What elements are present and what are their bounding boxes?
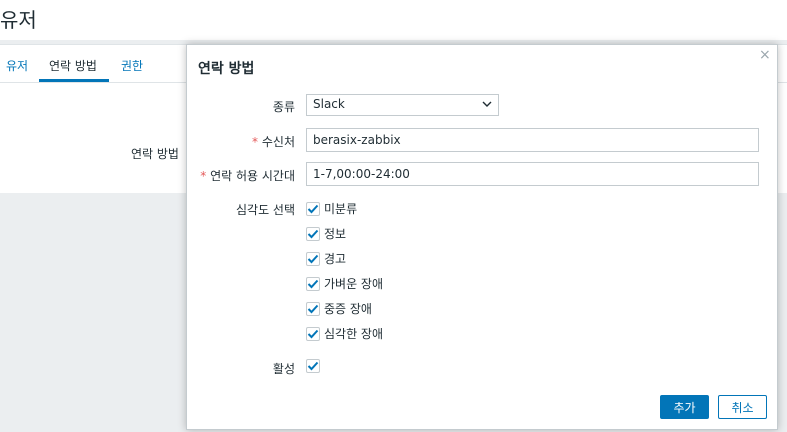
enabled-label: 활성: [272, 362, 295, 376]
media-dialog: 연락 방법 × 종류 Slack * 수신처 * 연락 허용 시간대 심각도 선…: [186, 44, 778, 430]
severity-high[interactable]: 중증 장애: [306, 300, 372, 317]
when-active-label-text: 연락 허용 시간대: [210, 169, 295, 183]
severity-label: 심각도 선택: [235, 203, 295, 217]
required-marker: *: [252, 135, 259, 149]
send-to-label: * 수신처: [252, 133, 295, 150]
dialog-title: 연락 방법: [198, 61, 255, 77]
send-to-input[interactable]: [306, 128, 759, 152]
tab-permissions[interactable]: 권한: [121, 57, 143, 74]
page-header: 유저: [0, 0, 787, 40]
add-button[interactable]: 추가: [660, 395, 709, 419]
tab-user[interactable]: 유저: [6, 57, 28, 74]
when-active-label: * 연락 허용 시간대: [200, 167, 295, 184]
severity-not-classified[interactable]: 미분류: [306, 200, 357, 217]
checkbox-checked-icon[interactable]: [306, 326, 320, 341]
severity-option-label: 심각한 장애: [324, 327, 384, 341]
checkbox-checked-icon[interactable]: [306, 251, 320, 266]
severity-option-label: 가벼운 장애: [324, 277, 384, 291]
cancel-button[interactable]: 취소: [718, 395, 767, 419]
severity-information[interactable]: 정보: [306, 225, 346, 242]
when-active-input[interactable]: [306, 162, 759, 186]
checkbox-checked-icon[interactable]: [306, 276, 320, 291]
chevron-down-icon: [482, 96, 492, 115]
severity-option-label: 정보: [324, 227, 347, 241]
close-icon[interactable]: ×: [759, 47, 771, 63]
checkbox-checked-icon[interactable]: [306, 226, 320, 241]
severity-option-label: 중증 장애: [324, 302, 372, 316]
required-marker: *: [200, 169, 207, 183]
severity-average[interactable]: 가벼운 장애: [306, 275, 383, 292]
severity-option-label: 미분류: [324, 202, 358, 216]
page-title: 유저: [0, 8, 37, 32]
enabled-toggle[interactable]: [306, 359, 320, 373]
severity-warning[interactable]: 경고: [306, 250, 346, 267]
tab-media[interactable]: 연락 방법: [49, 57, 97, 74]
type-label: 종류: [272, 100, 295, 114]
send-to-label-text: 수신처: [261, 135, 295, 149]
severity-disaster[interactable]: 심각한 장애: [306, 325, 383, 342]
checkbox-checked-icon[interactable]: [306, 301, 320, 316]
type-select[interactable]: Slack: [306, 94, 499, 116]
media-field-label: 연락 방법: [131, 147, 179, 161]
checkbox-checked-icon[interactable]: [306, 201, 320, 216]
severity-option-label: 경고: [324, 252, 347, 266]
checkbox-checked-icon[interactable]: [306, 359, 320, 373]
type-select-value: Slack: [313, 97, 345, 111]
